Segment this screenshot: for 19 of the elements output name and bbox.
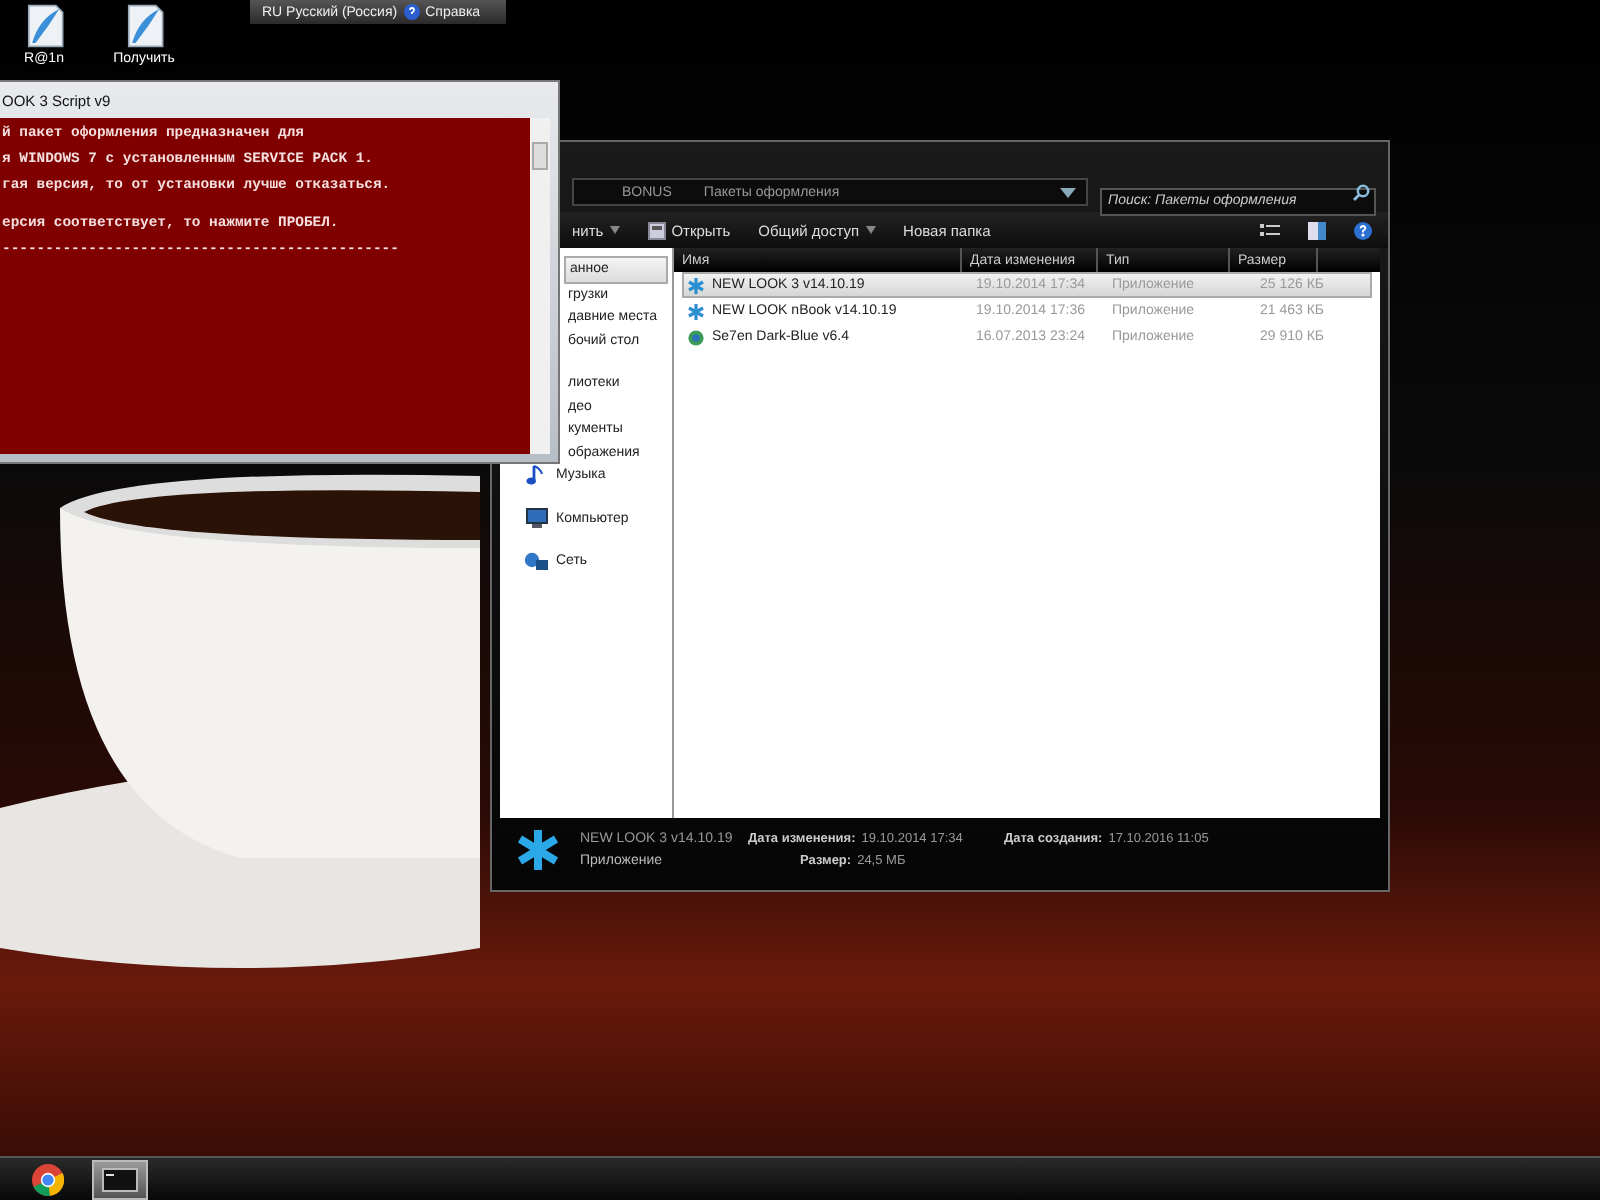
- view-options-icon[interactable]: [1260, 221, 1280, 239]
- browser-logo-icon: [32, 1163, 64, 1195]
- search-icon[interactable]: [1352, 183, 1370, 201]
- caret-icon: [609, 226, 620, 234]
- caret-icon: [865, 226, 876, 234]
- help-icon[interactable]: [1354, 221, 1372, 239]
- asterisk-icon: [688, 277, 704, 293]
- asterisk-icon: [688, 303, 704, 319]
- computer-icon: [525, 508, 547, 529]
- help-icon[interactable]: [403, 4, 420, 20]
- globe-icon: [688, 329, 704, 345]
- taskbar-button[interactable]: [92, 1159, 148, 1199]
- network-icon: [524, 551, 548, 572]
- preview-pane-icon[interactable]: [1308, 221, 1326, 239]
- console-icon: [102, 1167, 138, 1191]
- asterisk-icon: [516, 828, 560, 872]
- document-icon[interactable]: [122, 2, 166, 50]
- scrollbar[interactable]: [530, 118, 550, 454]
- document-icon[interactable]: [22, 2, 66, 50]
